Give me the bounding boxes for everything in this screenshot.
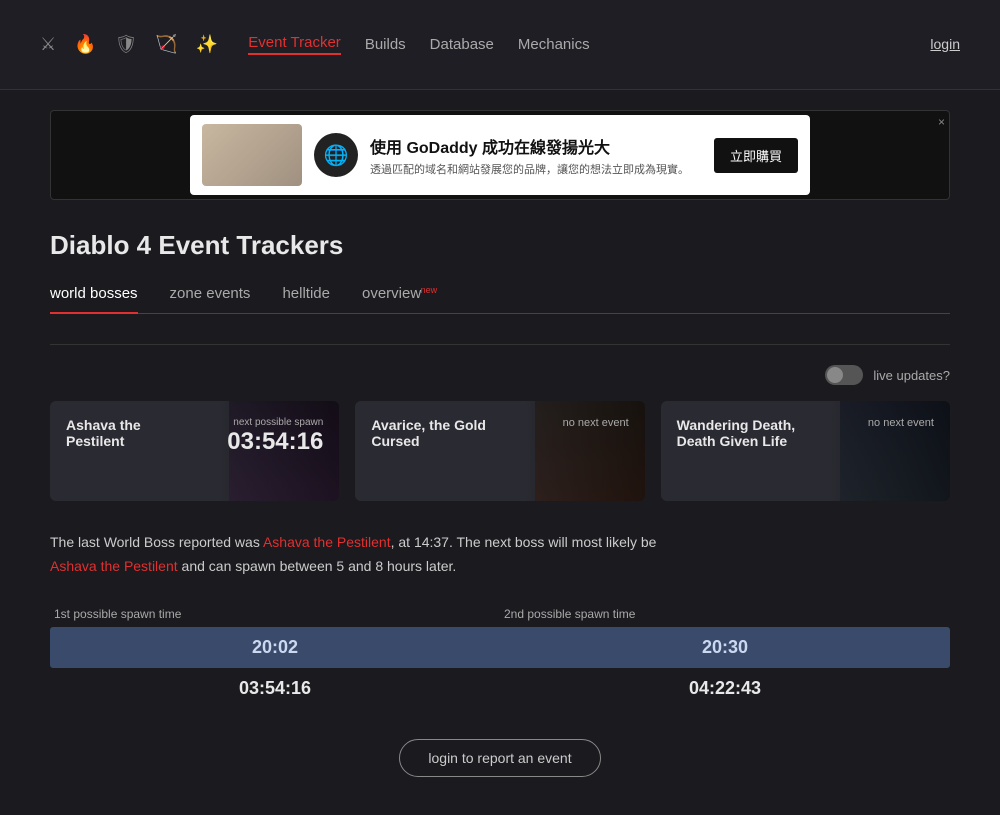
ad-close-button[interactable]: × <box>938 115 945 129</box>
boss-no-event-3: no next event <box>868 417 934 429</box>
info-boss1: Ashava the Pestilent <box>263 534 391 550</box>
boss-spawn-time-1: 03:54:16 <box>227 428 323 456</box>
boss-card-bg-3 <box>830 401 950 501</box>
tab-world-bosses[interactable]: world bosses <box>50 285 138 314</box>
toggle-knob <box>827 367 843 383</box>
boss-card-avarice: Avarice, the Gold Cursed no next event <box>355 401 644 501</box>
boss-card-wandering-death: Wandering Death, Death Given Life no nex… <box>661 401 950 501</box>
ad-text: 使用 GoDaddy 成功在線發揚光大 透過匹配的域名和網站發展您的品牌，讓您的… <box>370 134 702 177</box>
page-title: Diablo 4 Event Trackers <box>50 230 950 261</box>
spawn-countdown-col-2: 04:22:43 <box>500 668 950 709</box>
spawn-col-1-label: 1st possible spawn time <box>50 607 500 621</box>
page-content: 🌐 使用 GoDaddy 成功在線發揚光大 透過匹配的域名和網站發展您的品牌，讓… <box>20 90 980 797</box>
nav-mechanics[interactable]: Mechanics <box>518 36 590 53</box>
ad-image <box>202 124 302 186</box>
class-icon-4[interactable]: 🏹 <box>155 34 177 55</box>
spawn-time-col-1: 20:02 <box>50 627 500 668</box>
spawn-col-1: 1st possible spawn time <box>50 607 500 627</box>
spawn-table: 1st possible spawn time 2nd possible spa… <box>50 607 950 709</box>
boss-spawn-label-1: next possible spawn <box>227 417 323 428</box>
ad-logo: 🌐 <box>314 133 358 177</box>
spawn-countdowns-row: 03:54:16 04:22:43 <box>50 668 950 709</box>
main-navigation: Event Tracker Builds Database Mechanics <box>248 34 589 55</box>
spawn-countdown-1: 03:54:16 <box>50 668 500 709</box>
spawn-col-2: 2nd possible spawn time <box>500 607 950 627</box>
nav-database[interactable]: Database <box>430 36 494 53</box>
divider <box>50 344 950 345</box>
spawn-time-2: 20:30 <box>500 627 950 668</box>
overview-badge: new <box>421 285 438 295</box>
class-icon-3[interactable]: 🛡 <box>115 34 138 55</box>
top-navigation: ⚔ 🔥 🛡 🏹 ✨ Event Tracker Builds Database … <box>0 0 1000 90</box>
nav-builds[interactable]: Builds <box>365 36 406 53</box>
spawn-times-row: 20:02 20:30 <box>50 627 950 668</box>
info-boss2: Ashava the Pestilent <box>50 558 178 574</box>
boss-card-ashava: Ashava the Pestilent next possible spawn… <box>50 401 339 501</box>
class-icon-1[interactable]: ⚔ <box>40 34 56 55</box>
boss-top-1: Ashava the Pestilent next possible spawn… <box>66 417 323 456</box>
login-link[interactable]: login <box>930 36 960 54</box>
class-icons: ⚔ 🔥 🛡 🏹 ✨ <box>40 34 218 55</box>
nav-left: ⚔ 🔥 🛡 🏹 ✨ Event Tracker Builds Database … <box>40 34 590 55</box>
info-text: The last World Boss reported was Ashava … <box>50 531 950 579</box>
boss-card-bg-2 <box>525 401 645 501</box>
boss-name-1: Ashava the Pestilent <box>66 417 196 449</box>
live-updates-label: live updates? <box>873 368 950 383</box>
ad-banner: 🌐 使用 GoDaddy 成功在線發揚光大 透過匹配的域名和網站發展您的品牌，讓… <box>50 110 950 200</box>
spawn-countdown-col-1: 03:54:16 <box>50 668 500 709</box>
spawn-time-1: 20:02 <box>50 627 500 668</box>
nav-event-tracker[interactable]: Event Tracker <box>248 34 341 55</box>
spawn-time-col-2: 20:30 <box>500 627 950 668</box>
live-updates-toggle[interactable] <box>825 365 863 385</box>
tab-zone-events[interactable]: zone events <box>170 285 251 313</box>
tab-helltide[interactable]: helltide <box>282 285 330 313</box>
event-tabs: world bosses zone events helltide overvi… <box>50 285 950 314</box>
tab-overview[interactable]: overview new <box>362 285 421 313</box>
class-icon-5[interactable]: ✨ <box>196 34 218 55</box>
boss-no-event-2: no next event <box>563 417 629 429</box>
spawn-col-2-label: 2nd possible spawn time <box>500 607 950 621</box>
report-section: login to report an event <box>50 739 950 777</box>
boss-cards-container: Ashava the Pestilent next possible spawn… <box>50 401 950 501</box>
spawn-table-header: 1st possible spawn time 2nd possible spa… <box>50 607 950 627</box>
boss-name-3: Wandering Death, Death Given Life <box>677 417 807 449</box>
class-icon-2[interactable]: 🔥 <box>74 34 96 55</box>
spawn-countdown-2: 04:22:43 <box>500 668 950 709</box>
report-event-button[interactable]: login to report an event <box>399 739 600 777</box>
live-updates-bar: live updates? <box>50 365 950 385</box>
boss-name-2: Avarice, the Gold Cursed <box>371 417 501 449</box>
ad-inner: 🌐 使用 GoDaddy 成功在線發揚光大 透過匹配的域名和網站發展您的品牌，讓… <box>190 115 810 195</box>
ad-button[interactable]: 立即購買 <box>714 138 798 173</box>
